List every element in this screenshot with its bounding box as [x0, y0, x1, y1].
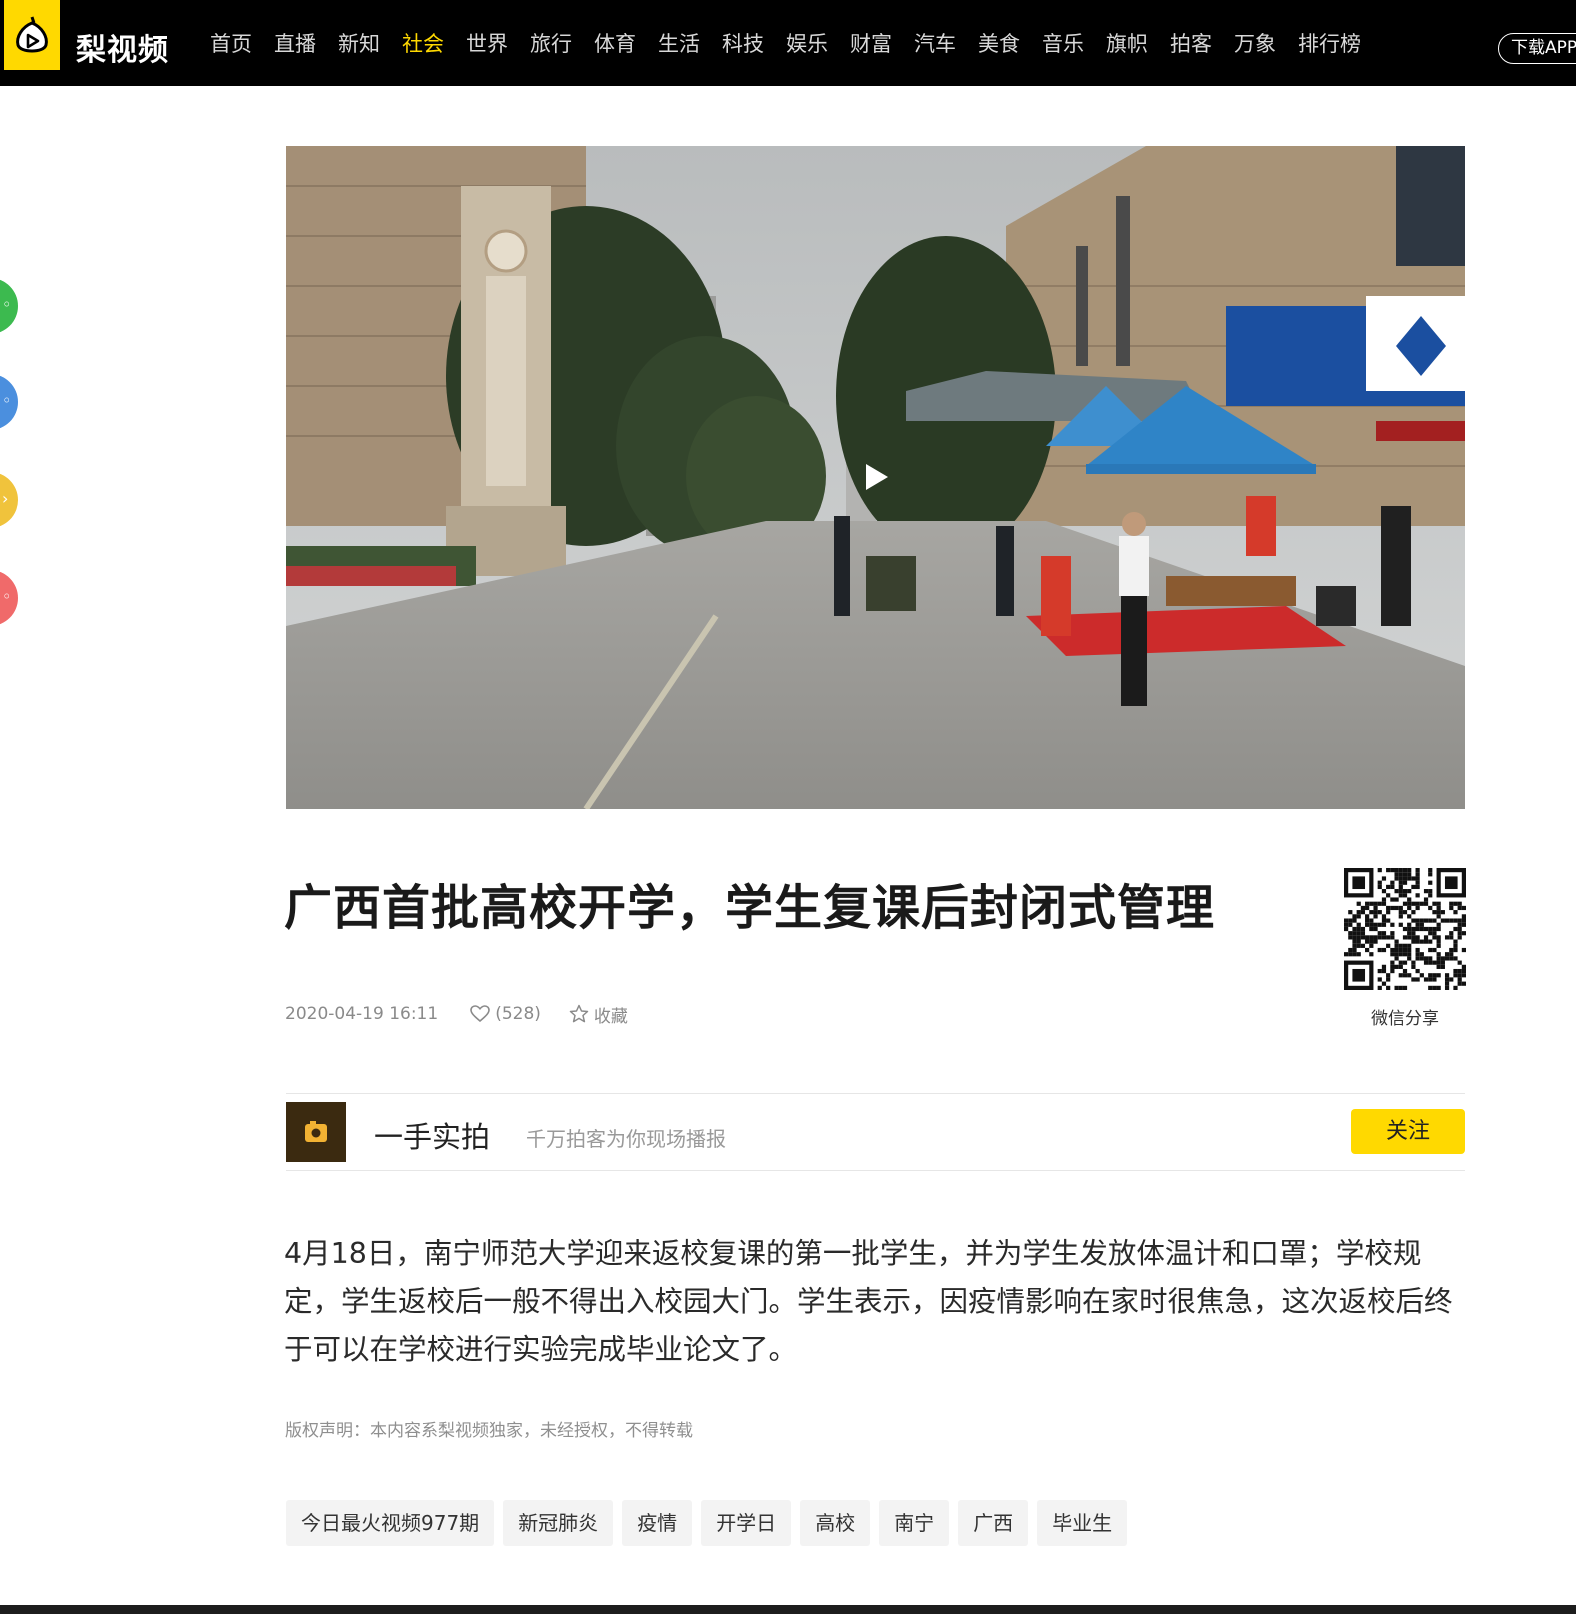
nav-item[interactable]: 排行榜: [1298, 28, 1361, 58]
main-nav: 首页 直播 新知 社会 世界 旅行 体育 生活 科技 娱乐 财富 汽车 美食 音乐 旗帜 拍客 万象 排行榜: [210, 0, 1383, 86]
download-app-button[interactable]: 下载APP: [1498, 33, 1576, 64]
nav-item[interactable]: 旗帜: [1106, 28, 1148, 58]
qq-share-icon: ◦: [2, 391, 12, 410]
nav-item[interactable]: 娱乐: [786, 28, 828, 58]
tag-item[interactable]: 开学日: [701, 1500, 792, 1546]
video-player[interactable]: [286, 146, 1465, 809]
tag-item[interactable]: 毕业生: [1037, 1500, 1128, 1546]
site-name[interactable]: 梨视频: [76, 25, 169, 69]
footer-bar: [0, 1605, 1576, 1614]
qr-label: 微信分享: [1371, 1009, 1439, 1029]
author-description: 千万拍客为你现场播报: [526, 1127, 726, 1151]
favorite-button[interactable]: 收藏: [569, 1002, 628, 1027]
qzone-share-button[interactable]: ›: [0, 472, 18, 528]
weibo-share-icon: ◦: [2, 587, 12, 606]
star-icon: [569, 1004, 589, 1023]
nav-item[interactable]: 科技: [722, 28, 764, 58]
camera-icon: [305, 1121, 327, 1142]
nav-item[interactable]: 旅行: [530, 28, 572, 58]
qr-code-icon: [1344, 868, 1466, 990]
pear-logo-icon[interactable]: [4, 0, 60, 70]
article-summary: 4月18日，南宁师范大学迎来返校复课的第一批学生，并为学生发放体温计和口罩；学校…: [284, 1237, 1453, 1366]
wechat-share-button[interactable]: ◦: [0, 278, 18, 334]
nav-item[interactable]: 首页: [210, 28, 252, 58]
nav-item[interactable]: 汽车: [914, 28, 956, 58]
favorite-label: 收藏: [593, 1006, 628, 1027]
nav-item[interactable]: 音乐: [1042, 28, 1084, 58]
author-row: 一手实拍 千万拍客为你现场播报 关注: [286, 1093, 1465, 1171]
nav-item[interactable]: 体育: [594, 28, 636, 58]
author-name[interactable]: 一手实拍: [374, 1114, 490, 1156]
tag-list: 今日最火视频977期 新冠肺炎 疫情 开学日 高校 南宁 广西 毕业生: [286, 1500, 1136, 1546]
nav-item[interactable]: 万象: [1234, 28, 1276, 58]
tag-item[interactable]: 今日最火视频977期: [286, 1500, 495, 1546]
nav-item[interactable]: 拍客: [1170, 28, 1212, 58]
article-title: 广西首批高校开学，学生复课后封闭式管理: [284, 880, 1216, 936]
qzone-share-icon: ›: [2, 489, 9, 508]
tag-item[interactable]: 疫情: [622, 1500, 693, 1546]
article-meta: 2020-04-19 16:11 (528) 收藏: [285, 1002, 628, 1027]
qq-share-button[interactable]: ◦: [0, 374, 18, 430]
wechat-share-icon: ◦: [2, 295, 12, 314]
copyright-notice: 版权声明：本内容系梨视频独家，未经授权，不得转载: [285, 1421, 693, 1441]
wechat-share-qr-code: [1344, 868, 1466, 990]
follow-button[interactable]: 关注: [1351, 1109, 1465, 1154]
nav-item[interactable]: 社会: [402, 28, 444, 58]
like-count: (528): [495, 1004, 541, 1024]
nav-item[interactable]: 世界: [466, 28, 508, 58]
play-icon[interactable]: [866, 464, 888, 490]
weibo-share-button[interactable]: ◦: [0, 570, 18, 626]
nav-item[interactable]: 直播: [274, 28, 316, 58]
nav-item[interactable]: 财富: [850, 28, 892, 58]
nav-item[interactable]: 生活: [658, 28, 700, 58]
nav-item[interactable]: 新知: [338, 28, 380, 58]
tag-item[interactable]: 新冠肺炎: [503, 1500, 614, 1546]
author-avatar[interactable]: [286, 1102, 346, 1162]
nav-item[interactable]: 美食: [978, 28, 1020, 58]
top-navigation-bar: 梨视频 首页 直播 新知 社会 世界 旅行 体育 生活 科技 娱乐 财富 汽车 美食 音乐 旗帜 拍客 万象 排行…: [0, 0, 1576, 86]
tag-item[interactable]: 高校: [800, 1500, 871, 1546]
tag-item[interactable]: 南宁: [879, 1500, 950, 1546]
like-button[interactable]: (528): [470, 1004, 541, 1024]
tag-item[interactable]: 广西: [958, 1500, 1029, 1546]
heart-icon: [470, 1005, 491, 1023]
publish-date: 2020-04-19 16:11: [285, 1004, 439, 1024]
